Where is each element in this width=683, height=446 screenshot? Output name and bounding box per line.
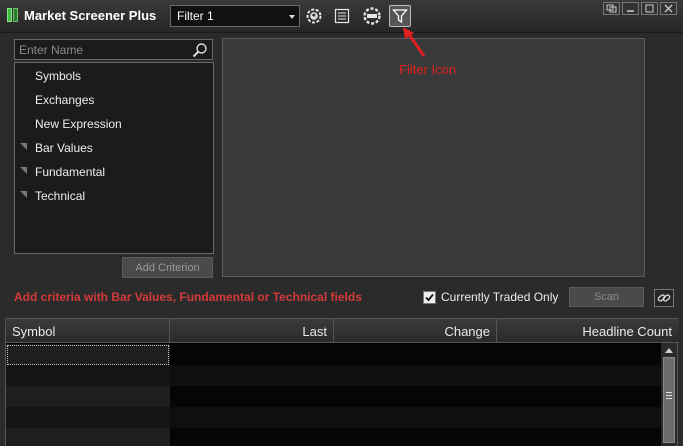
list-icon bbox=[334, 8, 350, 24]
column-header-headline-count[interactable]: Headline Count bbox=[497, 319, 678, 343]
table-row[interactable] bbox=[6, 407, 663, 428]
filter-icon bbox=[392, 9, 408, 24]
sort-button[interactable] bbox=[361, 5, 383, 27]
results-header: Symbol Last Change Headline Count bbox=[6, 319, 679, 343]
filter-icon-annotation: Filter Icon bbox=[399, 62, 457, 77]
expand-arrow-icon[interactable] bbox=[19, 166, 28, 175]
criteria-item-label: Technical bbox=[35, 189, 86, 203]
criteria-item-bar-values[interactable]: Bar Values bbox=[15, 137, 213, 157]
maximize-button[interactable] bbox=[641, 2, 658, 15]
scan-button[interactable]: Scan bbox=[569, 287, 644, 307]
criteria-item-fundamental[interactable]: Fundamental bbox=[15, 161, 213, 181]
checkmark-icon bbox=[425, 293, 434, 302]
sort-gear-icon bbox=[363, 7, 381, 25]
search-icon[interactable] bbox=[192, 42, 208, 58]
minimize-icon bbox=[627, 10, 634, 12]
criteria-search-box bbox=[14, 39, 213, 60]
selected-cell[interactable] bbox=[7, 345, 169, 365]
filter-button[interactable] bbox=[389, 5, 411, 27]
restore-icon bbox=[606, 4, 617, 13]
filter-select-value: Filter 1 bbox=[177, 9, 214, 23]
criteria-hint-text: Add criteria with Bar Values, Fundamenta… bbox=[14, 290, 362, 304]
table-row[interactable] bbox=[6, 365, 663, 386]
criteria-item-label: Bar Values bbox=[35, 141, 93, 155]
list-view-button[interactable] bbox=[331, 5, 353, 27]
app-logo-icon bbox=[7, 8, 19, 22]
close-button[interactable] bbox=[660, 2, 677, 15]
criteria-item-exchanges[interactable]: Exchanges bbox=[15, 89, 213, 109]
criteria-item-symbols[interactable]: Symbols bbox=[15, 65, 213, 85]
criteria-item-new-expression[interactable]: New Expression bbox=[15, 113, 213, 133]
currently-traded-checkbox[interactable] bbox=[423, 291, 436, 304]
title-bar: Market Screener Plus Filter 1 bbox=[0, 0, 683, 33]
criteria-search-input[interactable] bbox=[19, 43, 179, 57]
column-header-last[interactable]: Last bbox=[170, 319, 334, 343]
criteria-item-technical[interactable]: Technical bbox=[15, 185, 213, 205]
app-title: Market Screener Plus bbox=[24, 8, 157, 23]
close-icon bbox=[664, 4, 673, 13]
criteria-list: Symbols Exchanges New Expression Bar Val… bbox=[14, 62, 214, 254]
link-button[interactable] bbox=[654, 289, 674, 307]
scrollbar-thumb[interactable] bbox=[663, 357, 675, 443]
maximize-icon bbox=[645, 4, 654, 13]
link-chain-icon bbox=[657, 294, 671, 302]
expand-arrow-icon[interactable] bbox=[19, 190, 28, 199]
chevron-down-icon bbox=[289, 15, 295, 19]
table-row[interactable] bbox=[6, 428, 663, 446]
filter-select[interactable]: Filter 1 bbox=[170, 5, 300, 27]
results-grid: Symbol Last Change Headline Count bbox=[5, 318, 679, 446]
scroll-up-arrow-icon[interactable] bbox=[665, 347, 673, 353]
restore-window-button[interactable] bbox=[603, 2, 620, 15]
criteria-item-label: Exchanges bbox=[35, 93, 95, 107]
criteria-item-label: Fundamental bbox=[35, 165, 106, 179]
minimize-button[interactable] bbox=[622, 2, 639, 15]
criteria-item-label: New Expression bbox=[35, 117, 122, 131]
vertical-scrollbar[interactable] bbox=[661, 343, 677, 446]
column-header-symbol[interactable]: Symbol bbox=[6, 319, 170, 343]
annotation-arrow-icon bbox=[403, 27, 426, 57]
criteria-item-label: Symbols bbox=[35, 69, 82, 83]
expand-arrow-icon[interactable] bbox=[19, 142, 28, 151]
gear-icon bbox=[306, 8, 322, 24]
window-controls bbox=[603, 2, 677, 15]
column-header-change[interactable]: Change bbox=[334, 319, 497, 343]
table-row[interactable] bbox=[6, 386, 663, 407]
settings-gear-button[interactable] bbox=[303, 5, 325, 27]
add-criterion-button[interactable]: Add Criterion bbox=[122, 257, 213, 278]
currently-traded-label[interactable]: Currently Traded Only bbox=[441, 290, 558, 304]
